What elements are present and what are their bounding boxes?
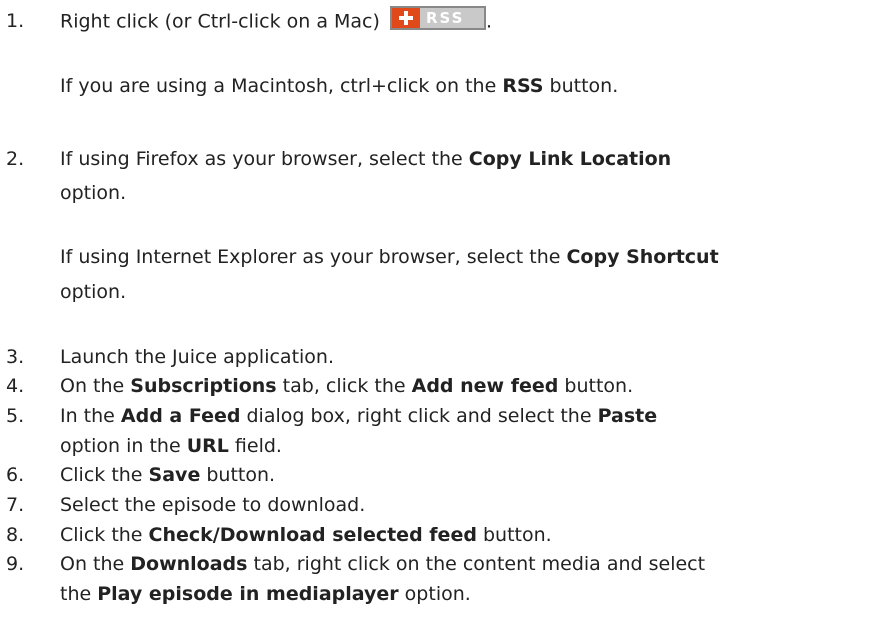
step-note: option. — [60, 281, 127, 303]
step-text: Right click (or Ctrl-click on a Mac) RSS… — [60, 6, 492, 34]
step-note: If using Internet Explorer as your brows… — [60, 246, 719, 268]
step-number: 9. — [6, 553, 25, 575]
step-text: Launch the Juice application. — [60, 346, 335, 368]
step-text: option. — [60, 182, 127, 204]
step-number: 8. — [6, 524, 25, 546]
rss-label: RSS — [425, 9, 465, 27]
step-number: 7. — [6, 494, 25, 516]
step-number: 5. — [6, 405, 25, 427]
step-text: option in the URL field. — [60, 435, 282, 457]
step-text: On the Subscriptions tab, click the Add … — [60, 375, 634, 397]
step-note: If you are using a Macintosh, ctrl+click… — [60, 75, 619, 97]
step-text: Click the Save button. — [60, 464, 276, 486]
rss-add-button[interactable]: RSS — [389, 6, 486, 30]
step-number: 1. — [6, 10, 25, 32]
step-text: If using Firefox as your browser, select… — [60, 148, 672, 170]
step-number: 2. — [6, 148, 25, 170]
plus-icon — [391, 8, 420, 28]
step-text: On the Downloads tab, right click on the… — [60, 553, 706, 575]
step-text: Click the Check/Download selected feed b… — [60, 524, 552, 546]
step-number: 3. — [6, 346, 25, 368]
step-text: Select the episode to download. — [60, 494, 366, 516]
step-text: the Play episode in mediaplayer option. — [60, 583, 471, 605]
step-number: 4. — [6, 375, 25, 397]
step-text: In the Add a Feed dialog box, right clic… — [60, 405, 658, 427]
step-number: 6. — [6, 464, 25, 486]
